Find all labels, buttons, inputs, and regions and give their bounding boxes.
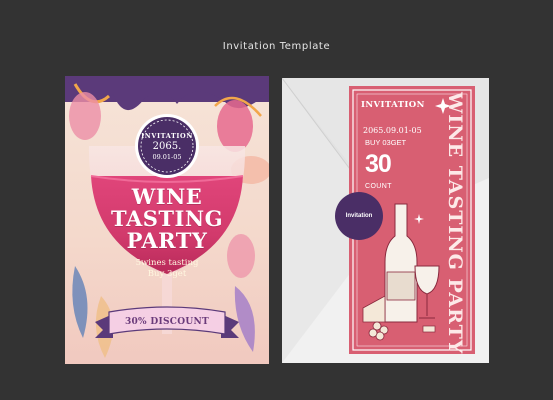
badge-date: 09.01-05 [152,153,182,161]
headline-line-1: WINE [131,184,203,209]
headline-line-3: PARTY [126,228,208,253]
page-title: Invitation Template [222,41,331,52]
insert-title: INVITATION [361,100,425,110]
insert-buy-offer: BUY 03GET [365,138,407,147]
discount-ribbon: 30% DISCOUNT [124,317,210,327]
envelope-seal: Invitation [335,192,383,240]
badge-invitation-label: INVITATION [141,132,193,140]
offer-subtitle: Buy 3get [147,269,187,279]
tasting-subtitle: 5wines tasting [135,258,199,268]
insert-discount-number: 30 [365,150,392,178]
insert-date: 2065.09.01-05 [363,126,422,135]
insert-vertical-title: WINE TASTING PARTY [444,92,466,354]
invitation-card-front: INVITATION 2065. 09.01-05 WINE TASTING P… [65,76,269,364]
headline-line-2: TASTING [110,206,224,231]
badge-year: 2065. [152,141,182,152]
insert-count-text: COUNT [365,183,392,190]
